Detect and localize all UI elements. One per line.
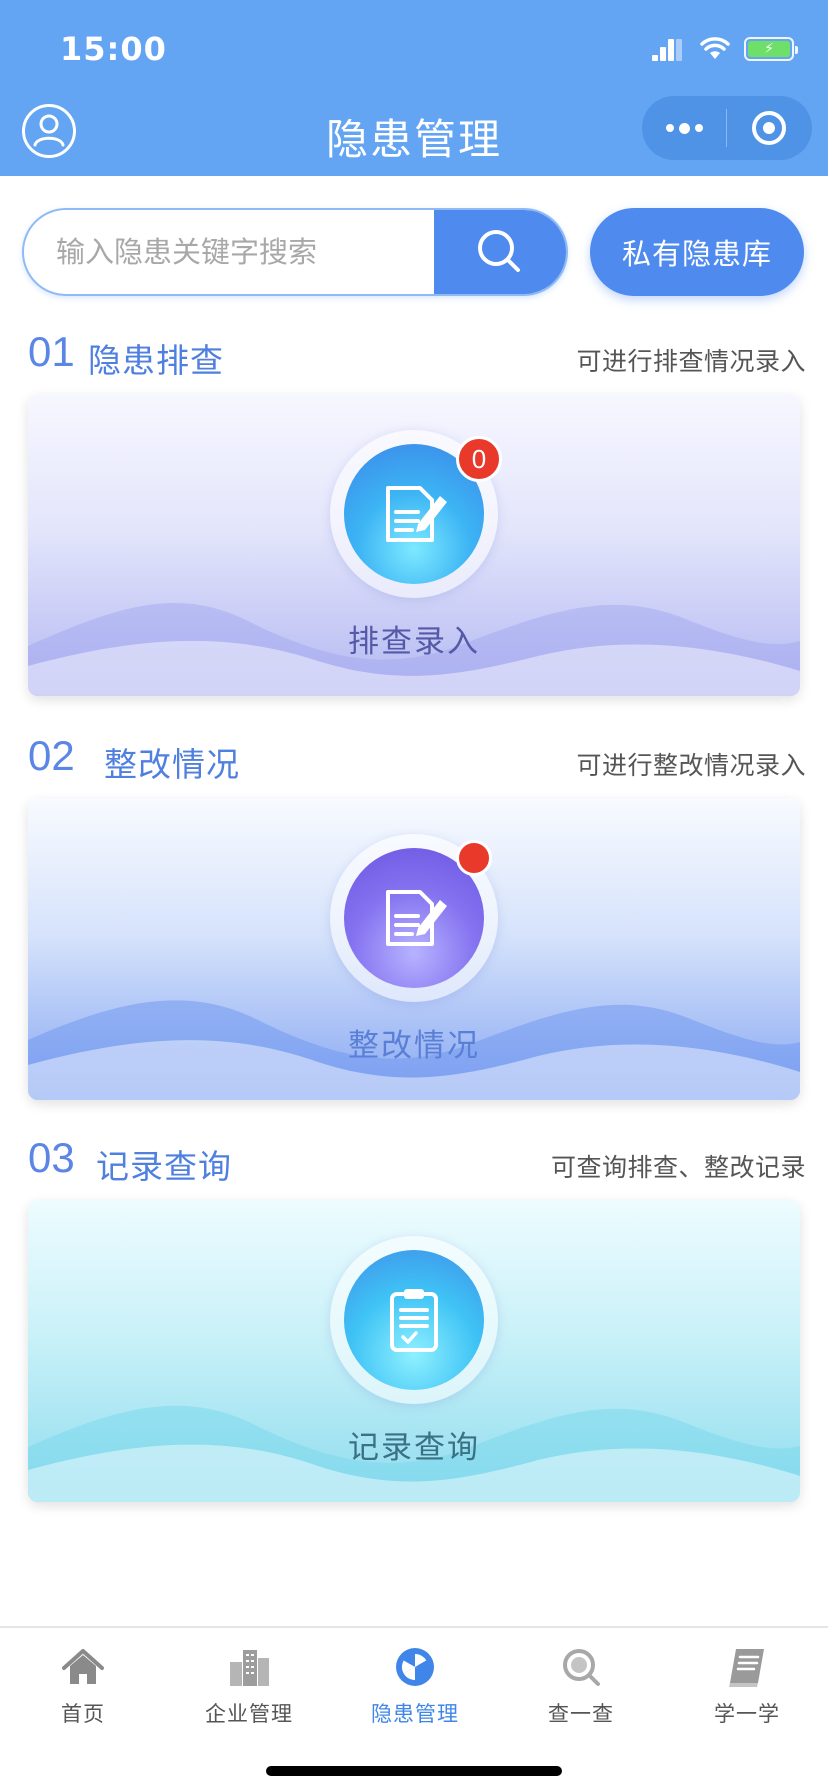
section-header-inspection: 01 隐患排查 可进行排查情况录入 bbox=[22, 326, 806, 382]
inspection-entry-card[interactable]: 0 排查录入 bbox=[28, 394, 800, 696]
search-input[interactable] bbox=[24, 210, 434, 294]
card-label: 排查录入 bbox=[348, 624, 480, 660]
notification-dot bbox=[456, 840, 492, 876]
card-label: 整改情况 bbox=[348, 1028, 480, 1064]
more-options-button[interactable] bbox=[642, 96, 726, 160]
section-number: 01 bbox=[22, 326, 81, 378]
target-circle-icon bbox=[752, 111, 786, 145]
tab-label: 学一学 bbox=[714, 1702, 780, 1726]
more-dots-icon bbox=[665, 124, 674, 132]
section-description: 可进行整改情况录入 bbox=[576, 751, 806, 780]
section-number: 03 bbox=[22, 1132, 81, 1184]
search-button[interactable] bbox=[434, 210, 566, 294]
bottom-tab-bar: 首页 企业管理 隐患管理 查一查 学一学 bbox=[0, 1626, 828, 1792]
buildings-icon bbox=[226, 1644, 272, 1690]
cellular-signal-icon bbox=[652, 37, 686, 61]
section-description: 可查询排查、整改记录 bbox=[550, 1153, 806, 1182]
home-icon bbox=[60, 1644, 106, 1690]
rectification-card[interactable]: 整改情况 bbox=[28, 798, 800, 1100]
wifi-icon bbox=[700, 37, 730, 59]
section-title: 隐患排查 bbox=[88, 341, 224, 380]
record-query-card[interactable]: 记录查询 bbox=[28, 1200, 800, 1502]
tab-label: 企业管理 bbox=[205, 1702, 293, 1726]
tab-label: 查一查 bbox=[548, 1702, 614, 1726]
status-time: 15:00 bbox=[60, 30, 167, 68]
records-icon-halo bbox=[330, 1236, 498, 1404]
tab-hazard-management[interactable]: 隐患管理 bbox=[332, 1628, 498, 1748]
search-icon bbox=[478, 230, 520, 272]
section-title: 整改情况 bbox=[104, 745, 240, 784]
tab-label: 首页 bbox=[61, 1702, 105, 1726]
status-icons: ⚡ bbox=[652, 34, 798, 64]
tab-check[interactable]: 查一查 bbox=[498, 1628, 664, 1748]
document-edit-icon bbox=[386, 890, 447, 946]
section-header-records: 03 记录查询 可查询排查、整改记录 bbox=[22, 1132, 806, 1188]
section-header-rectification: 02 整改情况 可进行整改情况录入 bbox=[22, 730, 806, 786]
section-description: 可进行排查情况录入 bbox=[576, 347, 806, 376]
book-icon bbox=[724, 1644, 770, 1690]
battery-icon: ⚡ bbox=[744, 37, 798, 61]
search-box bbox=[22, 208, 568, 296]
home-indicator bbox=[266, 1766, 562, 1776]
tab-learn[interactable]: 学一学 bbox=[664, 1628, 828, 1748]
private-hazard-library-button[interactable]: 私有隐患库 bbox=[590, 208, 804, 296]
card-label: 记录查询 bbox=[348, 1430, 480, 1466]
document-edit-icon bbox=[386, 486, 447, 542]
hazard-icon bbox=[392, 1644, 438, 1690]
section-number: 02 bbox=[22, 730, 81, 782]
section-title: 记录查询 bbox=[96, 1147, 232, 1186]
tab-label: 隐患管理 bbox=[371, 1702, 459, 1726]
close-mini-program-button[interactable] bbox=[727, 96, 811, 160]
magnifier-icon bbox=[558, 1644, 604, 1690]
clipboard-check-icon bbox=[390, 1289, 438, 1352]
top-bar: 15:00 ⚡ 隐患管理 bbox=[0, 0, 828, 176]
records-icon-core bbox=[344, 1250, 484, 1390]
tab-home[interactable]: 首页 bbox=[0, 1628, 166, 1748]
tab-enterprise-management[interactable]: 企业管理 bbox=[166, 1628, 332, 1748]
mini-program-capsule bbox=[642, 96, 812, 160]
pending-count-badge: 0 bbox=[456, 436, 502, 482]
